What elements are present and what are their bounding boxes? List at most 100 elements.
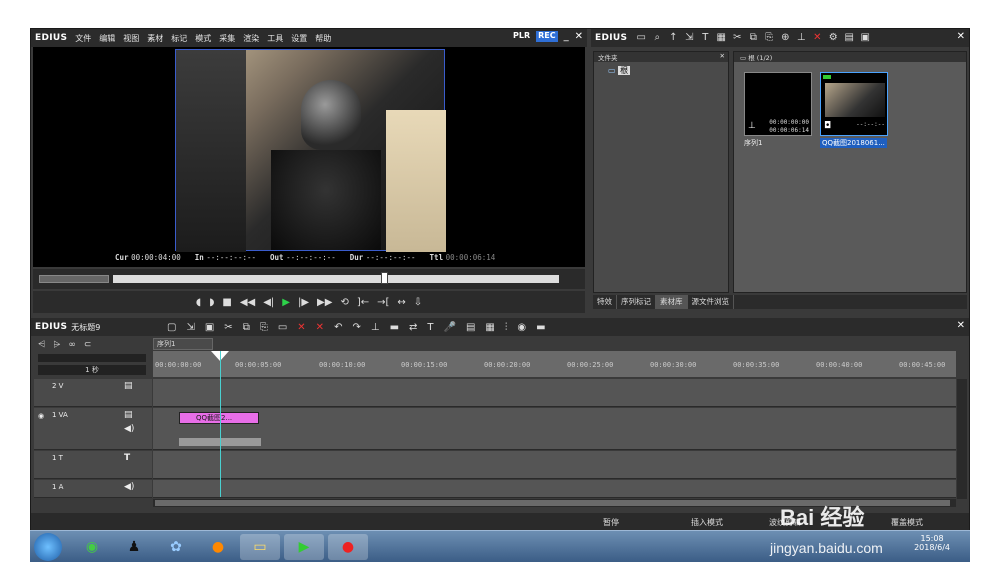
menu-capture[interactable]: 采集 — [215, 33, 239, 44]
timeline-vscroll[interactable] — [957, 379, 967, 499]
step-back-icon[interactable]: ◀| — [263, 297, 274, 308]
audio-mute-icon[interactable]: ◀) — [124, 482, 134, 492]
export-icon[interactable]: ⇩ — [414, 297, 422, 308]
ripple-delete-icon[interactable]: ✕ — [316, 322, 324, 333]
menu-help[interactable]: 帮助 — [311, 33, 335, 44]
play-icon[interactable]: ▶ — [282, 297, 290, 308]
track-header-1a[interactable]: 1 A ◀) — [34, 480, 152, 498]
taskbar-player-icon[interactable]: ✿ — [156, 534, 196, 560]
title-icon[interactable]: T — [699, 32, 711, 44]
start-button[interactable] — [34, 533, 62, 561]
loop-icon[interactable]: ⟲ — [340, 297, 348, 308]
create-title-icon[interactable]: T — [427, 322, 433, 333]
stop-icon[interactable]: ■ — [222, 297, 231, 308]
position-slider[interactable] — [113, 275, 559, 283]
track-lane-2v[interactable] — [153, 379, 956, 407]
clip-thumb-image[interactable]: ◘ --:--:-- — [820, 72, 888, 136]
bin-close-icon[interactable]: ✕ — [957, 31, 965, 42]
video-clip[interactable]: QQ截图2... — [179, 412, 259, 424]
menu-render[interactable]: 渲染 — [239, 33, 263, 44]
audio-mixer-icon[interactable]: ⫶ — [505, 322, 508, 333]
add-cut-icon[interactable]: ⊥ — [371, 322, 380, 333]
rec-button[interactable]: REC — [536, 31, 558, 42]
replace-icon[interactable]: ▭ — [278, 322, 287, 333]
track-lane-1va[interactable]: QQ截图2... — [153, 408, 956, 450]
tab-bin[interactable]: 素材库 — [656, 295, 688, 309]
insert-icon[interactable]: ]← — [357, 297, 369, 308]
rewind-icon[interactable]: ◀◀ — [240, 297, 255, 308]
cut-icon[interactable]: ✂ — [731, 32, 743, 44]
menu-settings[interactable]: 设置 — [287, 33, 311, 44]
timeline-cut-icon[interactable]: ✂ — [224, 322, 232, 333]
sync-icon[interactable]: ◉ — [517, 322, 526, 333]
mixer-icon[interactable]: ▦ — [485, 322, 494, 333]
tools-icon[interactable]: ▣ — [859, 32, 871, 44]
voiceover-icon[interactable]: 🎤 — [444, 322, 456, 333]
properties-icon[interactable]: ⚙ — [827, 32, 839, 44]
open-icon[interactable]: ⇲ — [186, 322, 194, 333]
delete-icon[interactable]: ✕ — [811, 32, 823, 44]
track-lane-1t[interactable] — [153, 451, 956, 479]
save-icon[interactable]: ▣ — [205, 322, 214, 333]
timeline-close-icon[interactable]: ✕ — [957, 320, 965, 331]
undo-icon[interactable]: ↶ — [334, 322, 342, 333]
tab-sequence[interactable]: 序列1 — [153, 338, 213, 350]
set-in-icon[interactable]: ◖ — [196, 297, 201, 308]
audio-toggle-icon[interactable]: ◀) — [124, 424, 134, 434]
timeline-paste-icon[interactable]: ⎘ — [260, 322, 268, 333]
paste-icon[interactable]: ⎘ — [763, 32, 775, 44]
menu-file[interactable]: 文件 — [71, 33, 95, 44]
sync-lock-icon[interactable]: ⊂ — [84, 340, 92, 350]
add-track-icon[interactable]: ⩤ — [38, 340, 45, 350]
taskbar-firefox-icon[interactable]: ● — [198, 534, 238, 560]
mark-icon[interactable]: ⊥ — [795, 32, 807, 44]
set-out-icon[interactable]: ◗ — [209, 297, 214, 308]
render-icon[interactable]: ▤ — [466, 322, 475, 333]
close-icon[interactable]: ✕ — [575, 31, 583, 42]
taskbar-explorer-icon[interactable]: ▭ — [240, 534, 280, 560]
link-icon[interactable]: ∞ — [68, 340, 76, 350]
plr-button[interactable]: PLR — [513, 31, 530, 42]
timeline-ruler[interactable]: 00:00:00:00 00:00:05:00 00:00:10:00 00:0… — [153, 351, 956, 377]
taskbar-browser-icon[interactable]: ◉ — [72, 534, 112, 560]
fast-forward-icon[interactable]: ▶▶ — [317, 297, 332, 308]
redo-icon[interactable]: ↷ — [352, 322, 360, 333]
step-forward-icon[interactable]: |▶ — [298, 297, 309, 308]
tab-source-browser[interactable]: 源文件浏览 — [688, 295, 734, 309]
import-icon[interactable]: ⇲ — [683, 32, 695, 44]
view-icon[interactable]: ▤ — [843, 32, 855, 44]
zoom-slider[interactable] — [38, 354, 146, 362]
transition-icon[interactable]: ⇄ — [409, 322, 417, 333]
title-track-icon[interactable]: T — [124, 453, 130, 463]
menu-mode[interactable]: 模式 — [191, 33, 215, 44]
track-header-1va[interactable]: ◉ 1 VA ▤ ◀) — [34, 408, 152, 450]
add-timeline-icon[interactable]: ⊕ — [779, 32, 791, 44]
video-mute-icon[interactable]: ▤ — [124, 381, 133, 391]
clock[interactable]: 15:08 2018/6/4 — [914, 534, 950, 552]
jog-slider[interactable] — [39, 275, 109, 283]
overwrite-icon[interactable]: →[ — [377, 297, 389, 308]
folder-close-icon[interactable]: ✕ — [720, 52, 725, 60]
menu-view[interactable]: 视图 — [119, 33, 143, 44]
tab-sequence-markers[interactable]: 序列标记 — [617, 295, 656, 309]
taskbar-recorder-icon[interactable]: ● — [328, 534, 368, 560]
track-sync-icon[interactable]: ◉ — [38, 412, 44, 420]
search-icon[interactable]: ⌕ — [651, 32, 663, 44]
tab-effects[interactable]: 特效 — [593, 295, 617, 309]
menu-tools[interactable]: 工具 — [263, 33, 287, 44]
copy-icon[interactable]: ⧉ — [747, 32, 759, 44]
up-icon[interactable]: ↑ — [667, 32, 679, 44]
folder-icon[interactable]: ▭ — [635, 32, 647, 44]
scale-select[interactable]: 1 秒 — [38, 365, 146, 375]
video-toggle-icon[interactable]: ▤ — [124, 410, 133, 420]
color-bar-icon[interactable]: ▦ — [715, 32, 727, 44]
taskbar-qq-icon[interactable]: ♟ — [114, 534, 154, 560]
taskbar-edius-icon[interactable]: ▶ — [284, 534, 324, 560]
playhead-handle[interactable] — [381, 272, 388, 284]
track-lane-1a[interactable] — [153, 480, 956, 498]
root-folder[interactable]: ▭ 根 — [594, 62, 728, 79]
menu-marker[interactable]: 标记 — [167, 33, 191, 44]
minimize-icon[interactable]: _ — [564, 31, 569, 42]
track-header-2v[interactable]: 2 V ▤ — [34, 379, 152, 407]
track-header-1t[interactable]: 1 T T — [34, 451, 152, 479]
